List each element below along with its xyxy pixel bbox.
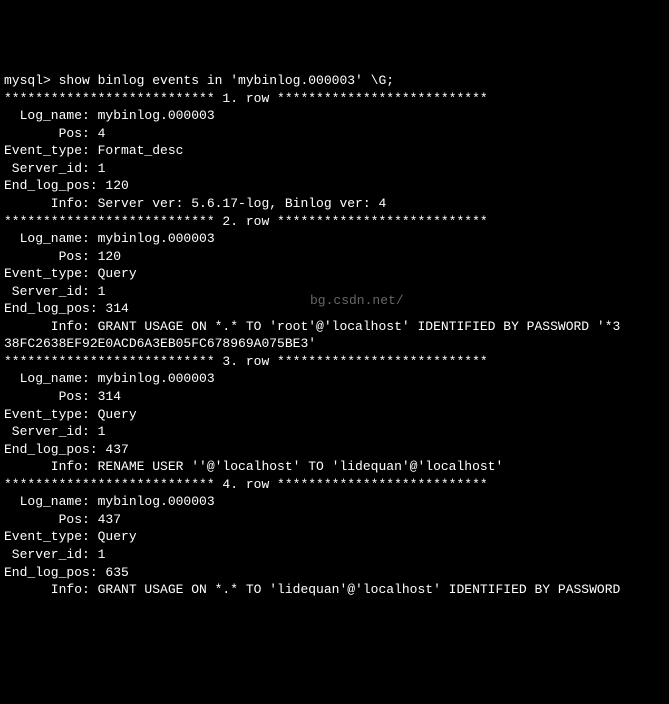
- row-separator: *************************** 4. row *****…: [4, 476, 665, 494]
- field-line: Pos: 120: [4, 248, 665, 266]
- field-line: Info: GRANT USAGE ON *.* TO 'root'@'loca…: [4, 318, 665, 336]
- field-line: 38FC2638EF92E0ACD6A3EB05FC678969A075BE3': [4, 335, 665, 353]
- row-separator: *************************** 3. row *****…: [4, 353, 665, 371]
- field-line: Server_id: 1: [4, 546, 665, 564]
- field-line: Server_id: 1: [4, 160, 665, 178]
- field-line: Log_name: mybinlog.000003: [4, 107, 665, 125]
- field-line: Event_type: Query: [4, 528, 665, 546]
- field-line: Info: Server ver: 5.6.17-log, Binlog ver…: [4, 195, 665, 213]
- field-line: Event_type: Query: [4, 406, 665, 424]
- field-line: Pos: 4: [4, 125, 665, 143]
- field-line: Log_name: mybinlog.000003: [4, 230, 665, 248]
- field-line: Event_type: Format_desc: [4, 142, 665, 160]
- field-line: End_log_pos: 635: [4, 564, 665, 582]
- field-line: Info: GRANT USAGE ON *.* TO 'lidequan'@'…: [4, 581, 665, 599]
- field-line: End_log_pos: 120: [4, 177, 665, 195]
- field-line: Log_name: mybinlog.000003: [4, 370, 665, 388]
- field-line: Server_id: 1: [4, 423, 665, 441]
- field-line: End_log_pos: 437: [4, 441, 665, 459]
- field-line: Pos: 314: [4, 388, 665, 406]
- field-line: Event_type: Query: [4, 265, 665, 283]
- field-line: Pos: 437: [4, 511, 665, 529]
- terminal-output: mysql> show binlog events in 'mybinlog.0…: [4, 72, 665, 598]
- row-separator: *************************** 1. row *****…: [4, 90, 665, 108]
- watermark-text: bg.csdn.net/: [310, 292, 404, 310]
- mysql-prompt: mysql> show binlog events in 'mybinlog.0…: [4, 72, 665, 90]
- row-separator: *************************** 2. row *****…: [4, 213, 665, 231]
- field-line: Info: RENAME USER ''@'localhost' TO 'lid…: [4, 458, 665, 476]
- field-line: Log_name: mybinlog.000003: [4, 493, 665, 511]
